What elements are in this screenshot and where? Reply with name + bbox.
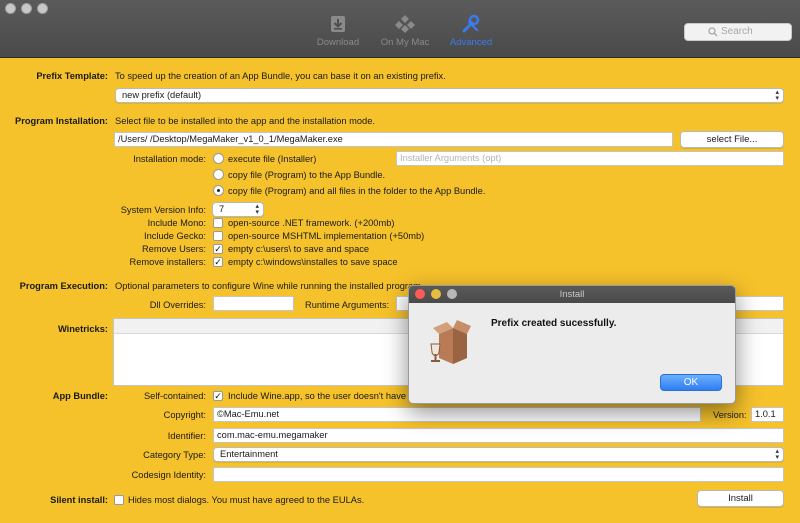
wine-bottle-box-icon: [430, 320, 471, 364]
system-version-value: 7: [219, 204, 225, 214]
identifier-label: Identifier:: [167, 431, 206, 441]
toolbar-download-button[interactable]: Download: [310, 14, 366, 50]
include-mono-label: Include Mono:: [147, 218, 206, 228]
checkmark-icon: ✓: [214, 257, 222, 267]
grid-icon: [395, 15, 415, 33]
codesign-identity-field[interactable]: [213, 467, 784, 482]
prefix-template-value: new prefix (default): [122, 90, 202, 100]
silent-install-label: Silent install:: [50, 495, 108, 505]
dialog-title: Install: [559, 289, 585, 300]
app-bundle-label: App Bundle:: [52, 391, 108, 401]
self-contained-text: Include Wine.app, so the user doesn't ha…: [228, 391, 407, 401]
mode-radio-copy-file[interactable]: [213, 169, 224, 180]
toolbar-download-label: Download: [316, 37, 360, 48]
dll-overrides-field[interactable]: [213, 296, 294, 311]
toolbar-advanced-button[interactable]: Advanced: [443, 14, 499, 50]
mode-label-copy-folder: copy file (Program) and all files in the…: [228, 186, 486, 196]
install-dialog: Install Prefix created sucessfully. OK: [408, 285, 736, 404]
search-icon: [708, 27, 718, 37]
prefix-template-label: Prefix Template:: [36, 71, 108, 81]
mode-radio-copy-folder[interactable]: [213, 185, 224, 196]
minimize-window-button[interactable]: [21, 3, 32, 14]
toolbar-on-my-mac-button[interactable]: On My Mac: [377, 14, 433, 50]
include-gecko-label: Include Gecko:: [143, 231, 206, 241]
dialog-close-button[interactable]: [415, 289, 425, 299]
search-field[interactable]: Search: [684, 23, 792, 41]
include-gecko-text: open-source MSHTML implementation (+50mb…: [228, 231, 425, 241]
self-contained-checkbox[interactable]: ✓: [213, 391, 223, 401]
remove-installers-text: empty c:\windows\installes to save space: [228, 257, 398, 267]
category-type-popup[interactable]: Entertainment ▴ ▾: [213, 447, 784, 462]
install-button[interactable]: Install: [697, 490, 784, 507]
include-mono-text: open-source .NET framework. (+200mb): [228, 218, 395, 228]
codesign-identity-label: Codesign Identity:: [131, 470, 206, 480]
category-type-value: Entertainment: [220, 449, 278, 459]
category-type-label: Category Type:: [143, 450, 206, 460]
popup-arrows-icon: ▴ ▾: [775, 89, 779, 102]
dialog-ok-button[interactable]: OK: [660, 374, 722, 391]
remove-installers-label: Remove installers:: [129, 257, 206, 267]
download-icon: [331, 16, 345, 32]
toolbar-on-my-mac-label: On My Mac: [380, 37, 430, 48]
identifier-field[interactable]: com.mac-emu.megamaker: [213, 428, 784, 443]
checkmark-icon: ✓: [214, 244, 222, 254]
zoom-window-button[interactable]: [37, 3, 48, 14]
version-label: Version:: [713, 410, 747, 420]
dll-overrides-label: Dll Overrides:: [149, 300, 206, 310]
self-contained-label: Self-contained:: [143, 391, 206, 401]
program-installation-label: Program Installation:: [15, 116, 108, 126]
system-version-popup[interactable]: 7 ▴ ▾: [212, 202, 264, 217]
winetricks-label: Winetricks:: [57, 324, 108, 334]
toolbar-advanced-label: Advanced: [449, 37, 493, 48]
dialog-titlebar: Install: [409, 286, 735, 303]
search-placeholder: Search: [721, 26, 753, 37]
include-mono-checkbox[interactable]: [213, 218, 223, 228]
dialog-message: Prefix created sucessfully.: [491, 318, 617, 329]
version-field[interactable]: 1.0.1: [751, 407, 784, 422]
program-installation-description: Select file to be installed into the app…: [115, 116, 375, 126]
dialog-minimize-button[interactable]: [431, 289, 441, 299]
select-file-button[interactable]: select File...: [680, 131, 784, 148]
program-execution-label: Program Execution:: [19, 281, 108, 291]
silent-install-checkbox[interactable]: [114, 495, 124, 505]
silent-install-text: Hides most dialogs. You must have agreed…: [128, 495, 365, 505]
popup-arrows-icon: ▴ ▾: [255, 203, 259, 216]
wrench-screwdriver-icon: [462, 14, 480, 33]
close-window-button[interactable]: [5, 3, 16, 14]
dialog-zoom-button[interactable]: [447, 289, 457, 299]
mode-label-execute: execute file (Installer): [228, 154, 317, 164]
remove-users-text: empty c:\users\ to save and space: [228, 244, 370, 254]
program-execution-description: Optional parameters to configure Wine wh…: [115, 281, 421, 291]
remove-users-label: Remove Users:: [141, 244, 206, 254]
checkmark-icon: ✓: [214, 391, 222, 401]
remove-users-checkbox[interactable]: ✓: [213, 244, 223, 254]
prefix-template-description: To speed up the creation of an App Bundl…: [115, 71, 446, 81]
toolbar: Download On My Mac Advanced Search: [0, 0, 800, 58]
app-window: Download On My Mac Advanced Search Prefi…: [0, 0, 800, 523]
installer-arguments-field[interactable]: Installer Arguments (opt): [396, 151, 784, 166]
file-path-field[interactable]: /Users/ /Desktop/MegaMaker_v1_0_1/MegaMa…: [114, 132, 673, 147]
copyright-field[interactable]: ©Mac-Emu.net: [213, 407, 701, 422]
runtime-arguments-label: Runtime Arguments:: [305, 300, 390, 310]
prefix-template-popup[interactable]: new prefix (default) ▴ ▾: [115, 88, 784, 103]
mode-label-copy-file: copy file (Program) to the App Bundle.: [228, 170, 386, 180]
include-gecko-checkbox[interactable]: [213, 231, 223, 241]
mode-radio-execute[interactable]: [213, 153, 224, 164]
copyright-label: Copyright:: [163, 410, 206, 420]
system-version-label: System Version Info:: [120, 205, 206, 215]
installation-mode-label: Installation mode:: [133, 154, 206, 164]
popup-arrows-icon: ▴ ▾: [775, 448, 779, 461]
remove-installers-checkbox[interactable]: ✓: [213, 257, 223, 267]
